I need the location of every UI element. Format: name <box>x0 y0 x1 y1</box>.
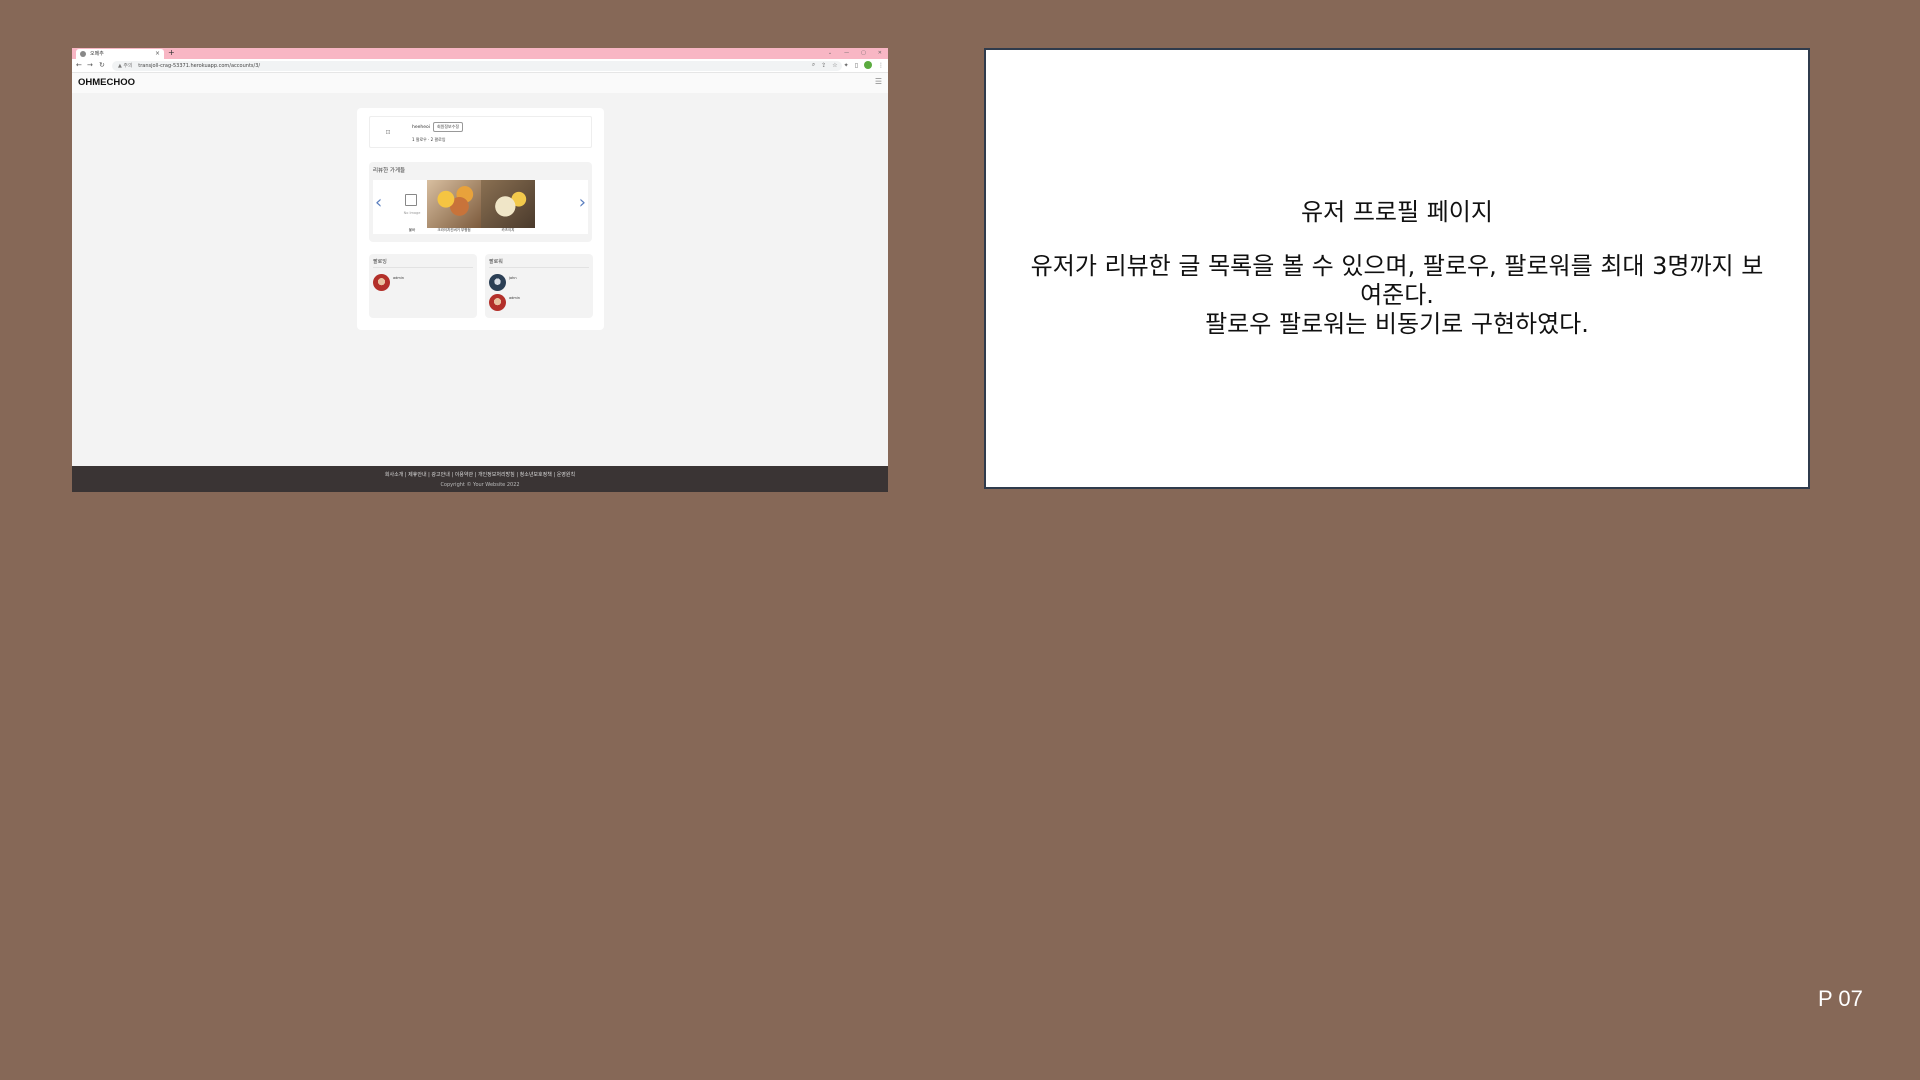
minimize-icon[interactable]: — <box>844 48 849 59</box>
profile-card: ⊡ heeheoi 회원정보수정 1 팔로우 · 2 팔로잉 리뷰한 가게들 ‹… <box>357 108 604 330</box>
reload-icon[interactable]: ↻ <box>99 61 105 69</box>
reviewed-stores-section: 리뷰한 가게들 ‹ No Image 불바 크라이치킨버거 부평점 카츠이치 › <box>369 162 592 242</box>
store-card[interactable]: 카츠이치 <box>481 180 535 234</box>
search-icon[interactable]: ⌕ <box>812 61 815 69</box>
footer-copyright: Copyright © Your Website 2022 <box>440 482 520 488</box>
app-navbar: OHMECHOO ☰ <box>72 73 888 93</box>
slide-description: 유저가 리뷰한 글 목록을 볼 수 있으며, 팔로우, 팔로워를 최대 3명까지… <box>1026 252 1768 339</box>
follow-counts[interactable]: 1 팔로우 · 2 팔로잉 <box>412 137 446 143</box>
following-title: 팔로잉 <box>373 259 387 265</box>
user-avatar <box>489 274 506 291</box>
browser-tab[interactable]: 오메추 × <box>76 49 164 59</box>
page-number: P 07 <box>1818 986 1863 1011</box>
description-line: 유저가 리뷰한 글 목록을 볼 수 있으며, 팔로우, 팔로워를 최대 3명까지… <box>1030 252 1764 309</box>
followers-panel: 팔로워 john admin <box>485 254 593 318</box>
browser-toolbar: ⌕ ⇪ ☆ ✦ ▯ ⋮ <box>812 61 884 69</box>
not-secure-badge[interactable]: ▲ 주의 <box>118 63 133 69</box>
close-window-icon[interactable]: ✕ <box>878 48 882 59</box>
window-controls: ⌄ — ▢ ✕ <box>828 48 882 59</box>
profile-username: heeheoi <box>412 125 431 130</box>
store-name: 크라이치킨버거 부평점 <box>437 228 471 232</box>
user-avatar <box>489 294 506 311</box>
hamburger-icon[interactable]: ☰ <box>875 77 882 86</box>
reviewed-stores-title: 리뷰한 가게들 <box>373 168 406 174</box>
url-text: transjoll-crag-53371.herokuapp.com/accou… <box>138 63 261 69</box>
user-name: admin <box>393 276 404 280</box>
store-image <box>427 180 481 228</box>
divider <box>373 267 473 268</box>
profile-icon[interactable] <box>864 61 872 69</box>
favicon-icon <box>80 51 86 57</box>
reviewed-stores-carousel: ‹ No Image 불바 크라이치킨버거 부평점 카츠이치 › <box>373 180 588 234</box>
edit-profile-button[interactable]: 회원정보수정 <box>433 122 464 132</box>
store-card[interactable]: 크라이치킨버거 부평점 <box>427 180 481 234</box>
tab-close-icon[interactable]: × <box>155 49 160 59</box>
brand-logo[interactable]: OHMECHOO <box>78 77 135 88</box>
carousel-prev-icon[interactable]: ‹ <box>375 192 382 213</box>
back-icon[interactable]: ← <box>76 61 82 69</box>
url-input[interactable]: ▲ 주의 transjoll-crag-53371.herokuapp.com/… <box>112 61 842 71</box>
user-name: admin <box>509 296 520 300</box>
extensions-icon[interactable]: ✦ <box>844 62 849 69</box>
maximize-icon[interactable]: ▢ <box>861 48 866 59</box>
description-box: 유저 프로필 페이지 유저가 리뷰한 글 목록을 볼 수 있으며, 팔로우, 팔… <box>984 48 1810 489</box>
user-name: john <box>509 276 517 280</box>
new-tab-button[interactable]: + <box>168 48 175 58</box>
slide-title: 유저 프로필 페이지 <box>1301 198 1493 226</box>
carousel-next-icon[interactable]: › <box>579 192 586 213</box>
description-line: 팔로우 팔로워는 비동기로 구현하였다. <box>1205 310 1589 338</box>
avatar: ⊡ <box>385 129 391 136</box>
followers-title: 팔로워 <box>489 259 503 265</box>
menu-icon[interactable]: ⋮ <box>878 62 884 69</box>
user-avatar <box>373 274 390 291</box>
tab-search-icon[interactable]: ⌄ <box>828 48 832 59</box>
star-icon[interactable]: ☆ <box>832 62 837 69</box>
store-name: 카츠이치 <box>501 228 515 232</box>
share-icon[interactable]: ⇪ <box>821 62 826 69</box>
footer-links[interactable]: 회사소개 | 제휴안내 | 광고안내 | 이용약관 | 개인정보처리방침 | 청… <box>72 471 888 478</box>
forward-icon[interactable]: → <box>87 61 93 69</box>
store-image <box>481 180 535 228</box>
browser-screenshot: 오메추 × + ⌄ — ▢ ✕ ← → ↻ ▲ 주의 transjoll-cra… <box>72 48 888 492</box>
address-bar: ← → ↻ ▲ 주의 transjoll-crag-53371.herokuap… <box>72 59 888 73</box>
following-panel: 팔로잉 admin <box>369 254 477 318</box>
browser-tab-bar: 오메추 × + ⌄ — ▢ ✕ <box>72 48 888 59</box>
divider <box>489 267 589 268</box>
image-placeholder-icon <box>405 194 417 206</box>
profile-header: ⊡ heeheoi 회원정보수정 1 팔로우 · 2 팔로잉 <box>369 116 592 148</box>
site-footer: 회사소개 | 제휴안내 | 광고안내 | 이용약관 | 개인정보처리방침 | 청… <box>72 466 888 492</box>
sidebar-icon[interactable]: ▯ <box>855 62 858 69</box>
tab-title: 오메추 <box>90 51 104 57</box>
